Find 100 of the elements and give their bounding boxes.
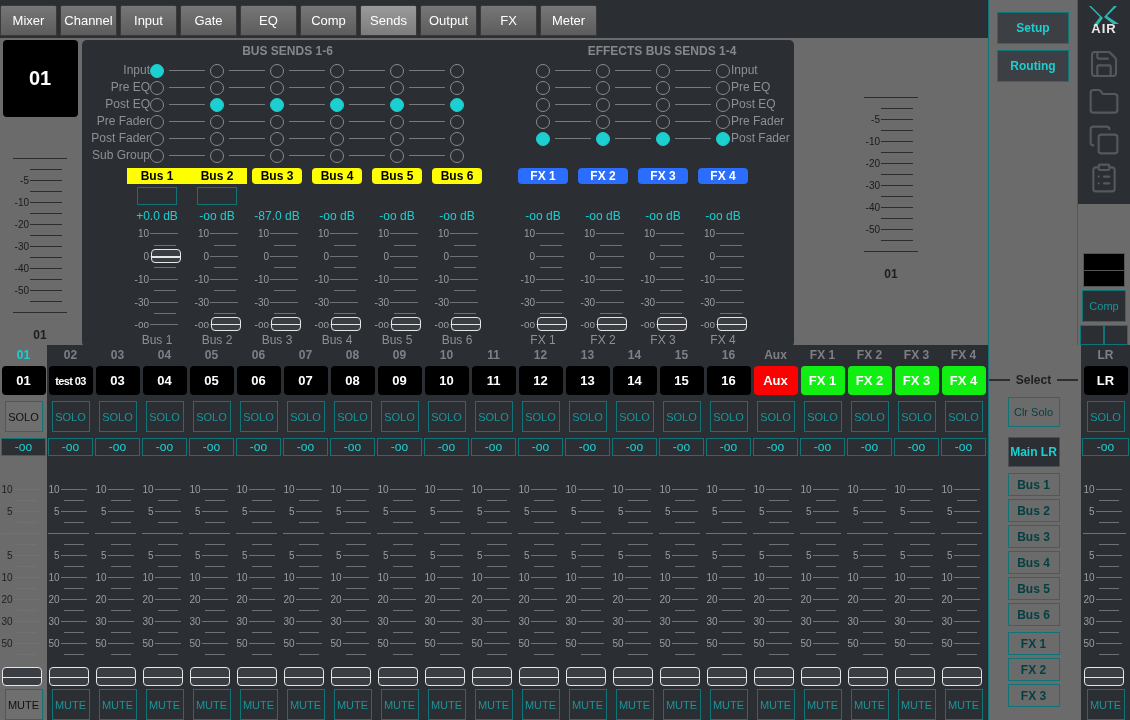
bus-button[interactable]: FX 3 bbox=[638, 168, 688, 184]
fader-knob[interactable] bbox=[941, 667, 982, 686]
small-button[interactable] bbox=[1104, 325, 1128, 345]
channel-name-button[interactable]: Aux bbox=[753, 366, 798, 395]
channel-name-button[interactable]: 05 bbox=[189, 366, 234, 395]
solo-button[interactable]: SOLO bbox=[4, 401, 43, 432]
channel-name-button[interactable]: 15 bbox=[659, 366, 704, 395]
fader-knob[interactable] bbox=[1, 667, 42, 686]
solo-button[interactable]: SOLO bbox=[850, 401, 889, 432]
mute-button[interactable]: MUTE bbox=[662, 689, 701, 720]
tab[interactable]: Meter bbox=[540, 5, 597, 36]
channel-name-button[interactable]: 07 bbox=[283, 366, 328, 395]
mute-button[interactable]: MUTE bbox=[239, 689, 278, 720]
fader-knob[interactable] bbox=[1083, 667, 1124, 686]
select-button[interactable]: Bus 1 bbox=[1007, 473, 1060, 496]
fader-knob[interactable] bbox=[800, 667, 841, 686]
channel-name-button[interactable]: test 03 bbox=[48, 366, 93, 395]
solo-button[interactable]: SOLO bbox=[897, 401, 936, 432]
mute-button[interactable]: MUTE bbox=[98, 689, 137, 720]
menu-button[interactable]: Setup bbox=[997, 12, 1069, 44]
mute-button[interactable]: MUTE bbox=[192, 689, 231, 720]
mute-button[interactable]: MUTE bbox=[427, 689, 466, 720]
channel-name-button[interactable]: 16 bbox=[706, 366, 751, 395]
tab[interactable]: Channel bbox=[60, 5, 117, 36]
bus-button[interactable]: FX 4 bbox=[698, 168, 748, 184]
fader-knob[interactable] bbox=[236, 667, 277, 686]
mute-button[interactable]: MUTE bbox=[474, 689, 513, 720]
mute-button[interactable]: MUTE bbox=[4, 689, 43, 720]
tab[interactable]: Gate bbox=[180, 5, 237, 36]
tab[interactable]: Input bbox=[120, 5, 177, 36]
solo-button[interactable]: SOLO bbox=[803, 401, 842, 432]
mute-button[interactable]: MUTE bbox=[380, 689, 419, 720]
copy-icon[interactable] bbox=[1088, 124, 1120, 156]
channel-name-button[interactable]: 10 bbox=[424, 366, 469, 395]
clear-solo-button[interactable]: Clr Solo bbox=[1007, 397, 1060, 427]
radio-button[interactable] bbox=[536, 131, 550, 146]
fader-knob[interactable] bbox=[657, 316, 687, 331]
radio-button[interactable] bbox=[596, 131, 610, 146]
solo-button[interactable]: SOLO bbox=[568, 401, 607, 432]
select-button[interactable]: Main LR bbox=[1007, 437, 1060, 467]
select-button[interactable]: FX 1 bbox=[1007, 632, 1060, 655]
radio-button[interactable] bbox=[270, 97, 284, 112]
mute-button[interactable]: MUTE bbox=[756, 689, 795, 720]
bus-button[interactable]: Bus 1 bbox=[127, 168, 187, 184]
solo-button[interactable]: SOLO bbox=[1086, 401, 1125, 432]
select-button[interactable]: Bus 2 bbox=[1007, 499, 1060, 522]
tab[interactable]: Mixer bbox=[0, 5, 57, 36]
tab[interactable]: FX bbox=[480, 5, 537, 36]
channel-name-button[interactable]: 08 bbox=[330, 366, 375, 395]
mute-button[interactable]: MUTE bbox=[145, 689, 184, 720]
solo-button[interactable]: SOLO bbox=[145, 401, 184, 432]
small-button[interactable] bbox=[1080, 325, 1104, 345]
mute-button[interactable]: MUTE bbox=[568, 689, 607, 720]
fader-knob[interactable] bbox=[753, 667, 794, 686]
fader-knob[interactable] bbox=[717, 316, 747, 331]
fader-knob[interactable] bbox=[847, 667, 888, 686]
tab[interactable]: EQ bbox=[240, 5, 297, 36]
mute-button[interactable]: MUTE bbox=[850, 689, 889, 720]
select-button[interactable]: Bus 6 bbox=[1007, 603, 1060, 626]
channel-name-button[interactable]: 06 bbox=[236, 366, 281, 395]
bus-button[interactable]: Bus 3 bbox=[252, 168, 302, 184]
mute-button[interactable]: MUTE bbox=[521, 689, 560, 720]
mute-button[interactable]: MUTE bbox=[286, 689, 325, 720]
fader-knob[interactable] bbox=[659, 667, 700, 686]
save-icon[interactable] bbox=[1088, 48, 1120, 80]
solo-button[interactable]: SOLO bbox=[333, 401, 372, 432]
mute-button[interactable]: MUTE bbox=[897, 689, 936, 720]
mute-button[interactable]: MUTE bbox=[803, 689, 842, 720]
solo-button[interactable]: SOLO bbox=[427, 401, 466, 432]
fader-knob[interactable] bbox=[391, 316, 421, 331]
channel-name-button[interactable]: 12 bbox=[518, 366, 563, 395]
select-button[interactable]: Bus 5 bbox=[1007, 577, 1060, 600]
mute-button[interactable]: MUTE bbox=[944, 689, 983, 720]
bus-button[interactable]: FX 2 bbox=[578, 168, 628, 184]
menu-button[interactable]: Routing bbox=[997, 50, 1069, 82]
tab[interactable]: Output bbox=[420, 5, 477, 36]
solo-button[interactable]: SOLO bbox=[98, 401, 137, 432]
fader-knob[interactable] bbox=[211, 316, 241, 331]
solo-button[interactable]: SOLO bbox=[521, 401, 560, 432]
channel-name-button[interactable]: 03 bbox=[95, 366, 140, 395]
radio-button[interactable] bbox=[716, 131, 730, 146]
fader-knob[interactable] bbox=[537, 316, 567, 331]
fader-knob[interactable] bbox=[271, 316, 301, 331]
channel-name-button[interactable]: 09 bbox=[377, 366, 422, 395]
solo-button[interactable]: SOLO bbox=[662, 401, 701, 432]
mute-button[interactable]: MUTE bbox=[1086, 689, 1125, 720]
fader-knob[interactable] bbox=[597, 316, 627, 331]
fader-knob[interactable] bbox=[48, 667, 89, 686]
channel-name-button[interactable]: 14 bbox=[612, 366, 657, 395]
fader-knob[interactable] bbox=[331, 316, 361, 331]
fader-knob[interactable] bbox=[189, 667, 230, 686]
fader-knob[interactable] bbox=[330, 667, 371, 686]
mute-button[interactable]: MUTE bbox=[51, 689, 90, 720]
mute-button[interactable]: MUTE bbox=[615, 689, 654, 720]
bus-button[interactable]: Bus 6 bbox=[432, 168, 482, 184]
fader-knob[interactable] bbox=[95, 667, 136, 686]
fader-knob[interactable] bbox=[565, 667, 606, 686]
radio-button[interactable] bbox=[390, 97, 404, 112]
radio-button[interactable] bbox=[210, 97, 224, 112]
tab[interactable]: Sends bbox=[360, 5, 417, 36]
